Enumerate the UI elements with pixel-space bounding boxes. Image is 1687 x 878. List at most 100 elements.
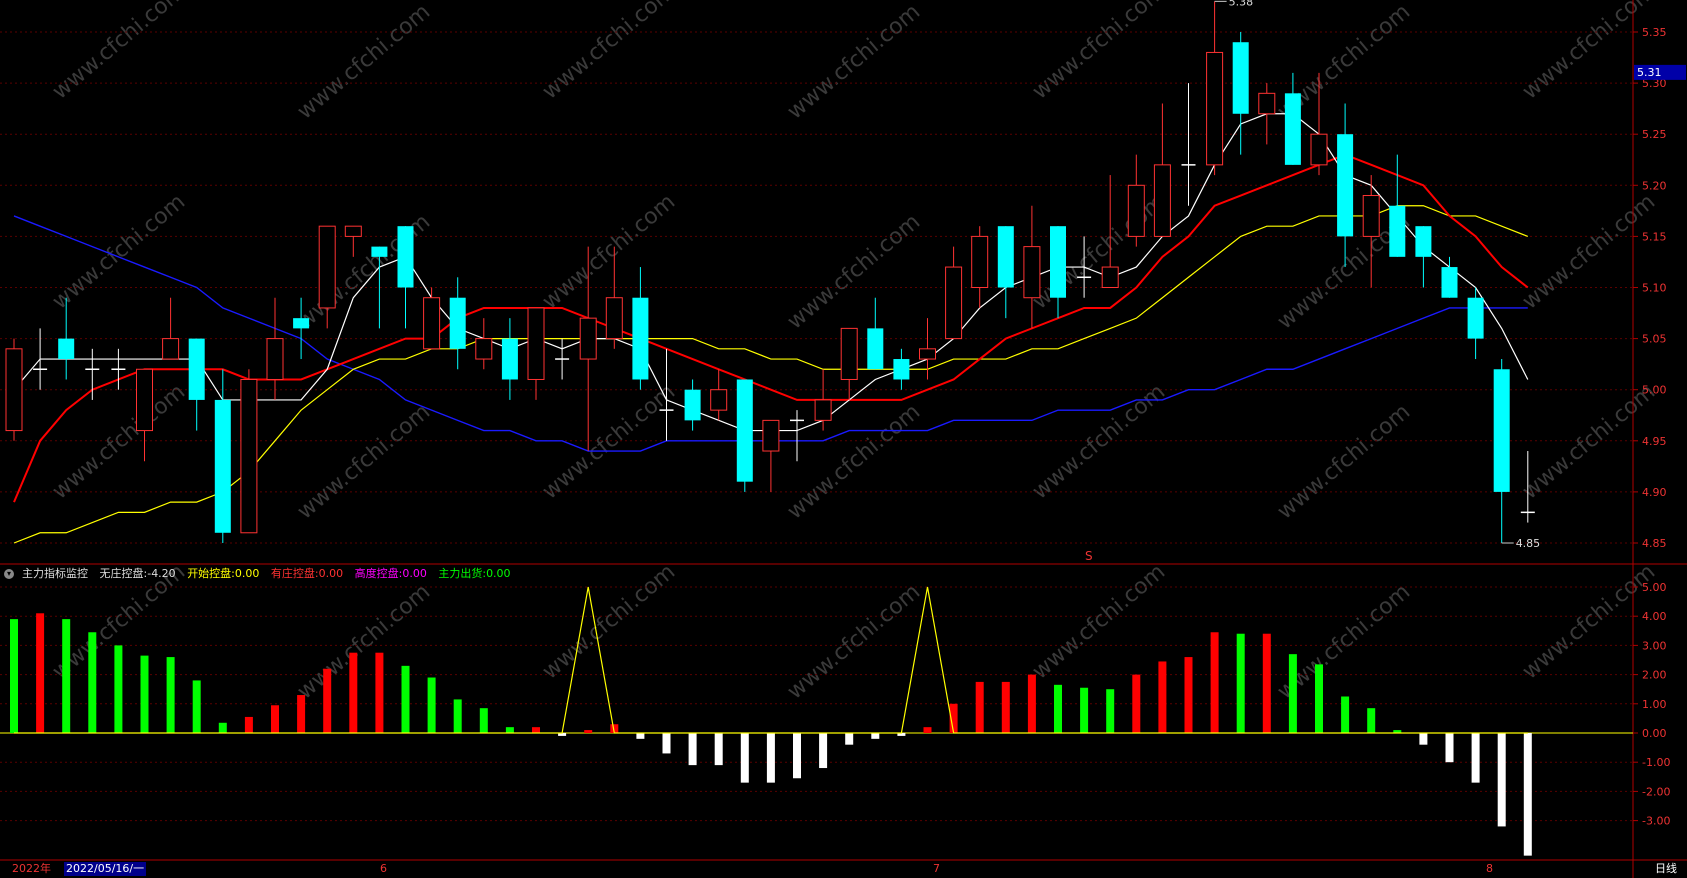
indicator-bar (323, 668, 332, 733)
candle-body (632, 297, 649, 380)
indicator-grid (0, 586, 1633, 822)
candle-body (162, 338, 180, 360)
indicator-bar (636, 733, 645, 739)
watermark-text: www.cfchi.com (783, 0, 925, 125)
indicator-bar (975, 681, 984, 733)
indicator-title[interactable]: 主力指标监控 (22, 567, 88, 580)
main-out-value: 0.00 (486, 567, 511, 580)
candle-body (1050, 226, 1066, 298)
price-tick-label: 4.90 (1642, 486, 1667, 499)
chevron-down-icon[interactable]: ▾ (4, 569, 14, 579)
candle-body (1284, 93, 1301, 165)
candle-body (501, 338, 518, 380)
period-label[interactable]: 日线 (1655, 860, 1677, 878)
indicator-tick-label: 3.00 (1642, 639, 1667, 652)
candle (397, 226, 414, 329)
watermark-text: www.cfchi.com (538, 379, 680, 504)
candle-body (762, 419, 780, 452)
candle (1153, 103, 1171, 237)
watermark-text: www.cfchi.com (48, 0, 190, 105)
indicator-tick-label: 2.00 (1642, 669, 1667, 682)
watermark-text: www.cfchi.com (538, 0, 680, 105)
candle-body (710, 389, 728, 411)
candle-body (945, 266, 963, 340)
candle-body (971, 235, 989, 288)
candle (1467, 287, 1484, 360)
indicator-bar (845, 733, 854, 745)
indicator-bar (1341, 696, 1350, 733)
year-label: 2022年 (12, 862, 51, 875)
candle (449, 277, 466, 370)
indicator-bar (10, 619, 18, 733)
indicator-bar (1054, 684, 1062, 733)
indicator-bar (688, 733, 697, 766)
candle (266, 297, 284, 400)
candle (1337, 103, 1354, 268)
indicator-bar (505, 727, 514, 733)
candle-body (867, 328, 884, 370)
indicator-bar (1288, 654, 1297, 733)
indicator-bar (218, 722, 227, 733)
candle-body (188, 338, 205, 400)
candle-body (371, 246, 388, 257)
min-price-label: 4.85 (1516, 537, 1541, 550)
date-cursor-label[interactable]: 2022/05/16/一 (64, 862, 147, 876)
candle (501, 318, 518, 400)
indicator-bar (1158, 661, 1167, 733)
candle-body (1310, 133, 1328, 166)
candle-body (579, 317, 597, 360)
start-control-label: 开始控盘: (187, 567, 235, 580)
candle-body (1441, 267, 1458, 298)
indicator-tick-label: 4.00 (1642, 610, 1667, 623)
candle (555, 338, 570, 380)
candle-body (1493, 369, 1510, 492)
price-tick-label: 5.00 (1642, 384, 1667, 397)
indicator-tick-label: 0.00 (1642, 727, 1667, 740)
candle (240, 369, 258, 534)
month-tick: 8 (1486, 862, 1493, 875)
candle-body (919, 348, 936, 360)
stock-chart[interactable]: www.cfchi.com www.cfchi.com www.cfchi.com w… (0, 0, 1687, 878)
price-tick-label: 4.95 (1642, 435, 1667, 448)
candle-body (893, 359, 910, 380)
time-axis: 2022年 2022/05/16/一 6 7 8 日线 (0, 860, 1687, 878)
no-control-value: -4.20 (147, 567, 176, 580)
indicator-bar (714, 733, 723, 766)
price-tick-label: 5.35 (1642, 26, 1667, 39)
candle (162, 297, 180, 360)
indicator-bar (1523, 733, 1532, 856)
candle (840, 327, 858, 400)
candle (5, 338, 23, 441)
indicator-axis: 5.00 4.00 3.00 2.00 1.00 0.00 -1.00 -2.00 -3.00 (1633, 581, 1670, 828)
indicator-bar (1080, 687, 1089, 733)
indicator-tick-label: -3.00 (1642, 815, 1670, 828)
month-tick: 7 (933, 862, 940, 875)
indicator-bar (140, 655, 149, 733)
indicator-bars[interactable] (10, 586, 1532, 856)
candle-body (1467, 297, 1484, 339)
watermark-text: www.cfchi.com (1028, 559, 1170, 684)
indicator-bar (1419, 733, 1428, 745)
watermark-text: www.cfchi.com (538, 559, 680, 684)
indicator-bar (1001, 681, 1010, 733)
indicator-tick-label: -2.00 (1642, 785, 1670, 798)
current-price-label: 5.31 (1637, 66, 1662, 79)
indicator-bar (1184, 657, 1193, 733)
candle (1232, 32, 1249, 155)
signal-marker: S (1085, 549, 1093, 563)
candle-body (136, 368, 153, 432)
indicator-bar (1236, 633, 1245, 733)
start-control-value: 0.00 (234, 567, 260, 580)
price-tick-label: 5.05 (1642, 333, 1667, 346)
candle (971, 226, 989, 308)
indicator-bar (1132, 674, 1141, 733)
indicator-bar (349, 652, 358, 733)
watermark-text: www.cfchi.com (48, 189, 190, 314)
indicator-bar (1497, 733, 1506, 827)
high-control-value: 0.00 (402, 567, 427, 580)
main-out-label: 主力出货: (438, 567, 487, 580)
no-control-label: 无庄控盘: (99, 567, 148, 580)
candle-body (449, 297, 466, 349)
watermark-text: www.cfchi.com (783, 209, 925, 334)
indicator-tick-label: 1.00 (1642, 698, 1667, 711)
